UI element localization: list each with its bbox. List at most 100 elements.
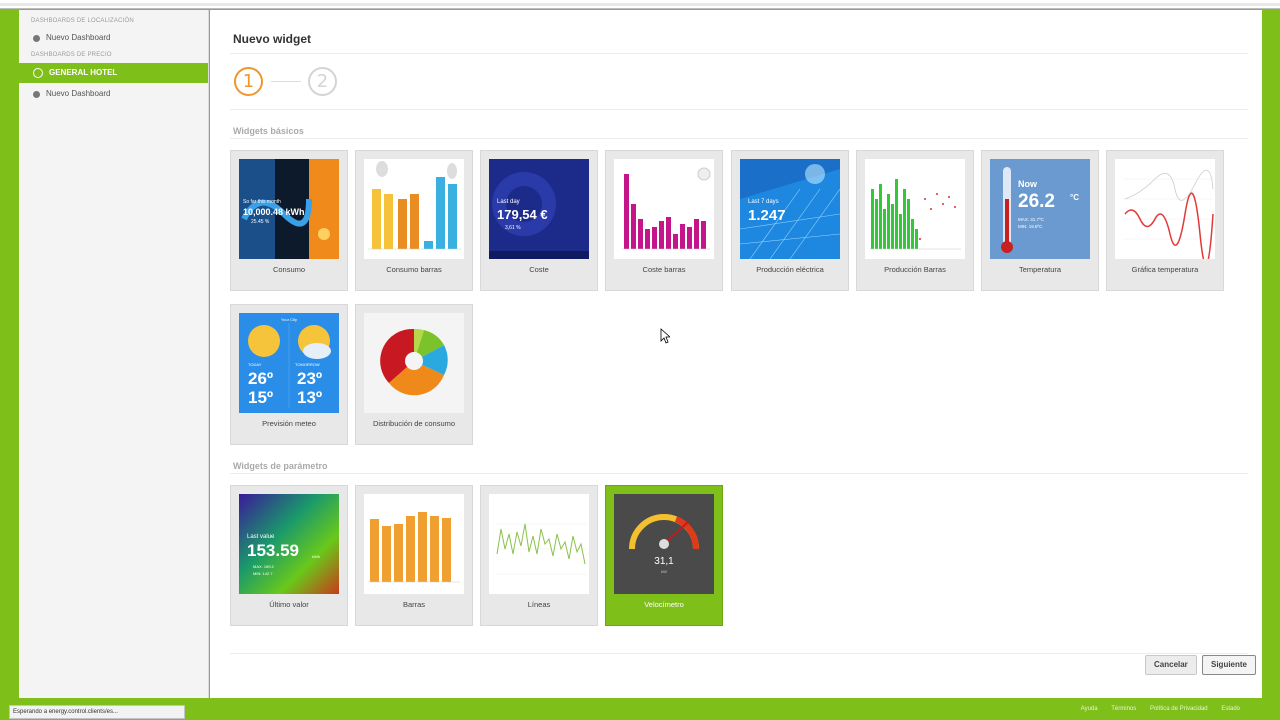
- step-1-indicator: 1: [234, 67, 263, 96]
- widget-thumbnail: Last 7 days 1.247: [740, 159, 840, 259]
- thumb-caption: Last value: [247, 534, 275, 540]
- widget-label: Distribución de consumo: [372, 419, 456, 428]
- sidebar: DASHBOARDS DE LOCALIZACIÓN Nuevo Dashboa…: [19, 10, 209, 698]
- widget-tile-temperatura[interactable]: Now 26.2 °C MAX: 31.7ºC MIN: 19.8ºC Temp…: [981, 150, 1099, 291]
- sidebar-item-general-hotel[interactable]: GENERAL HOTEL: [19, 63, 208, 83]
- divider: [230, 53, 1248, 54]
- today-min: 15º: [248, 388, 274, 407]
- widget-thumbnail: [1115, 159, 1215, 259]
- thumb-unit: kWh: [312, 554, 320, 559]
- today-max: 26º: [248, 369, 274, 388]
- sidebar-item-new-dashboard-location[interactable]: Nuevo Dashboard: [19, 28, 208, 48]
- add-icon: [33, 34, 40, 42]
- dashboard-icon: [33, 68, 43, 78]
- widget-tile-produccion-electrica[interactable]: Last 7 days 1.247 Producción eléctrica: [731, 150, 849, 291]
- footer-links: Ayuda Términos Política de Privacidad Es…: [1069, 706, 1240, 712]
- widget-label: Último valor: [269, 600, 309, 609]
- tomorrow-max: 23º: [297, 369, 323, 388]
- next-button[interactable]: Siguiente: [1202, 655, 1257, 675]
- widget-tile-coste-barras[interactable]: Coste barras: [605, 150, 723, 291]
- mouse-cursor-icon: [660, 328, 672, 349]
- widget-label: Coste barras: [642, 265, 686, 274]
- thumb-unit: °C: [1070, 193, 1079, 202]
- thumb-sub: 25.45 %: [251, 219, 270, 225]
- widget-thumbnail: [489, 494, 589, 594]
- cancel-button[interactable]: Cancelar: [1145, 655, 1197, 675]
- step-2-indicator: 2: [308, 67, 337, 96]
- widget-tile-grafica-temperatura[interactable]: Gráfica temperatura: [1106, 150, 1224, 291]
- widget-label: Temperatura: [1018, 265, 1062, 274]
- section-title-param: Widgets de parámetro: [233, 461, 328, 471]
- add-icon: [33, 90, 40, 98]
- widget-label: Velocímetro: [644, 600, 684, 609]
- widget-label: Barras: [402, 600, 426, 609]
- tomorrow-label: TOMORROW: [295, 362, 320, 367]
- widget-thumbnail: [364, 494, 464, 594]
- sidebar-section-price: DASHBOARDS DE PRECIO: [31, 52, 112, 58]
- widget-tile-velocimetro[interactable]: 31,1 kW Velocímetro: [605, 485, 723, 626]
- widget-label: Previsión meteo: [262, 419, 316, 428]
- footer-link-help[interactable]: Ayuda: [1081, 706, 1098, 712]
- footer-link-terms[interactable]: Términos: [1111, 706, 1136, 712]
- widget-thumbnail: [865, 159, 965, 259]
- footer-link-privacy[interactable]: Política de Privacidad: [1150, 706, 1208, 712]
- divider: [230, 653, 1248, 654]
- widget-tile-distribucion-consumo[interactable]: Distribución de consumo: [355, 304, 473, 445]
- widget-tile-consumo-barras[interactable]: Consumo barras: [355, 150, 473, 291]
- sidebar-section-location: DASHBOARDS DE LOCALIZACIÓN: [31, 18, 134, 24]
- sidebar-item-label: Nuevo Dashboard: [46, 33, 111, 42]
- widget-tile-coste[interactable]: Last day 179,54 € 3,61 % Coste: [480, 150, 598, 291]
- thumb-caption: Last 7 days: [748, 199, 779, 205]
- thumb-caption: Last day: [497, 199, 520, 205]
- today-label: TODAY: [248, 362, 262, 367]
- widget-thumbnail: 31,1 kW: [614, 494, 714, 594]
- widget-thumbnail: Now 26.2 °C MAX: 31.7ºC MIN: 19.8ºC: [990, 159, 1090, 259]
- page-title: Nuevo widget: [233, 32, 312, 46]
- thumb-value: 179,54 €: [497, 207, 548, 222]
- thumb-sub: MAX: 31.7ºC: [1018, 217, 1044, 222]
- thumb-caption: Now: [1018, 179, 1037, 189]
- widget-label: Consumo barras: [386, 265, 442, 274]
- widget-thumbnail: So far this month 10,000.48 kWh 25.45 %: [239, 159, 339, 259]
- widget-label: Consumo: [272, 265, 306, 274]
- widget-tile-prevision-meteo[interactable]: Your City TODAY TOMORROW 26º 15º 23º 13º…: [230, 304, 348, 445]
- thumb-sub: 3,61 %: [505, 225, 521, 231]
- divider: [230, 138, 1248, 139]
- widget-label: Producción Barras: [884, 265, 946, 274]
- thumb-caption: Your City: [280, 317, 298, 322]
- sidebar-item-label: Nuevo Dashboard: [46, 89, 111, 98]
- widget-thumbnail: Last value 153.59 kWh MAX: 189.2 MIN: 14…: [239, 494, 339, 594]
- widget-thumbnail: Your City TODAY TOMORROW 26º 15º 23º 13º: [239, 313, 339, 413]
- widget-thumbnail: [364, 313, 464, 413]
- thumb-value: 26.2: [1018, 191, 1055, 212]
- widget-tile-consumo[interactable]: So far this month 10,000.48 kWh 25.45 % …: [230, 150, 348, 291]
- thumb-value: 153.59: [247, 541, 299, 560]
- widget-tile-produccion-barras[interactable]: Producción Barras: [856, 150, 974, 291]
- footer-link-status[interactable]: Estado: [1221, 706, 1240, 712]
- widget-label: Coste: [529, 265, 549, 274]
- thumb-unit: kW: [661, 569, 667, 574]
- thumb-sub2: MIN: 19.8ºC: [1018, 224, 1043, 229]
- thumb-value: 31,1: [654, 556, 674, 567]
- divider: [230, 109, 1248, 110]
- thumb-caption: So far this month: [243, 199, 281, 205]
- sidebar-item-label: GENERAL HOTEL: [49, 68, 118, 77]
- widget-tile-barras[interactable]: Barras: [355, 485, 473, 626]
- section-title-basic: Widgets básicos: [233, 126, 304, 136]
- thumb-value: 1.247: [748, 207, 786, 224]
- thumb-sub: MAX: 189.2: [253, 564, 274, 569]
- browser-status-bar: Esperando a energy.control.clients/es...: [9, 705, 185, 719]
- widget-tile-lineas[interactable]: Líneas: [480, 485, 598, 626]
- widget-label: Producción eléctrica: [756, 265, 824, 274]
- main-panel: Nuevo widget 1 2 Widgets básicos So far …: [210, 10, 1262, 698]
- thumb-value: 10,000.48 kWh: [243, 207, 305, 217]
- widget-tile-ultimo-valor[interactable]: Last value 153.59 kWh MAX: 189.2 MIN: 14…: [230, 485, 348, 626]
- divider: [230, 473, 1248, 474]
- widget-thumbnail: [614, 159, 714, 259]
- browser-top-bar: [0, 0, 1280, 9]
- widget-label: Líneas: [527, 600, 551, 609]
- thumb-sub2: MIN: 142.7: [253, 571, 273, 576]
- sidebar-item-new-dashboard-price[interactable]: Nuevo Dashboard: [19, 84, 208, 104]
- widget-thumbnail: [364, 159, 464, 259]
- widget-label: Gráfica temperatura: [1131, 265, 1199, 274]
